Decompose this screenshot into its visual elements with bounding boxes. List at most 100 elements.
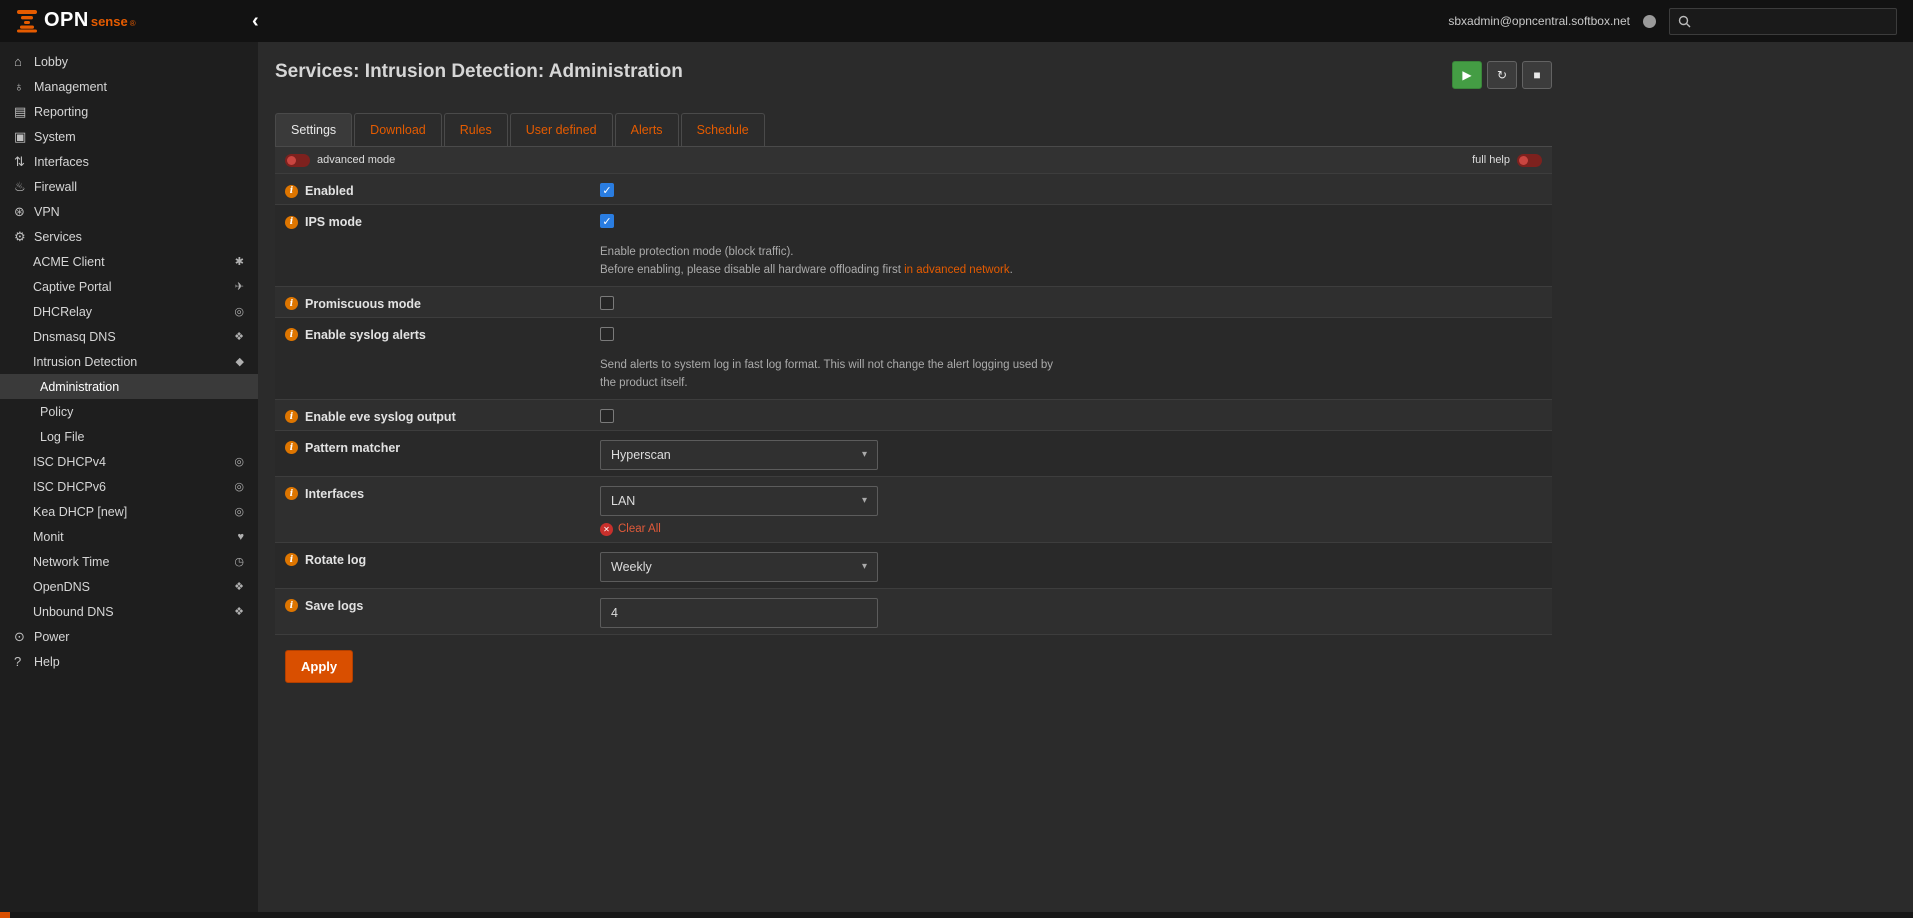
- info-icon[interactable]: [285, 297, 298, 310]
- sidebar-item-policy[interactable]: Policy: [0, 399, 258, 424]
- sidebar-item-label: VPN: [34, 205, 60, 219]
- sidebar-item-reporting[interactable]: ▤ Reporting: [0, 99, 258, 124]
- info-icon[interactable]: [285, 553, 298, 566]
- search-icon: [1678, 15, 1691, 28]
- field-label: Save logs: [305, 599, 363, 613]
- chevron-down-icon: ▾: [862, 561, 867, 572]
- sidebar-item-services[interactable]: ⚙ Services: [0, 224, 258, 249]
- sidebar-item-firewall[interactable]: ♨ Firewall: [0, 174, 258, 199]
- field-label: Enabled: [305, 184, 354, 198]
- sidebar-item-system[interactable]: ▣ System: [0, 124, 258, 149]
- form-row-ips-mode: IPS mode Enable protection mode (block t…: [275, 205, 1552, 287]
- info-icon[interactable]: [285, 185, 298, 198]
- apply-button[interactable]: Apply: [285, 650, 353, 683]
- info-icon[interactable]: [285, 216, 298, 229]
- help-text: Enable protection mode (block traffic). …: [600, 243, 1013, 280]
- tab-settings[interactable]: Settings: [275, 113, 352, 146]
- form-row-promiscuous-mode: Promiscuous mode: [275, 287, 1552, 318]
- enabled-checkbox[interactable]: [600, 183, 614, 197]
- service-stop-button[interactable]: ■: [1522, 61, 1552, 89]
- tab-rules[interactable]: Rules: [444, 113, 508, 146]
- interfaces-icon: ⇅: [14, 154, 34, 170]
- tags-icon: ❖: [234, 605, 244, 618]
- full-help-toggle[interactable]: [1517, 154, 1542, 167]
- broadcast-icon: ◎: [234, 505, 244, 518]
- sidebar-item-intrusion-detection[interactable]: Intrusion Detection ◆: [0, 349, 258, 374]
- main-content: Services: Intrusion Detection: Administr…: [258, 42, 1913, 918]
- sidebar-item-management[interactable]: ♁ Management: [0, 74, 258, 99]
- sidebar-item-dnsmasq-dns[interactable]: Dnsmasq DNS ❖: [0, 324, 258, 349]
- field-label: Enable syslog alerts: [305, 328, 426, 342]
- sidebar-item-label: System: [34, 130, 76, 144]
- broadcast-icon: ◎: [234, 455, 244, 468]
- interfaces-select[interactable]: LAN ▾: [600, 486, 878, 516]
- tab-user-defined[interactable]: User defined: [510, 113, 613, 146]
- clear-all-button[interactable]: Clear All: [600, 523, 878, 536]
- sidebar: ⌂ Lobby ♁ Management ▤ Reporting ▣ Syste…: [0, 42, 258, 918]
- sidebar-item-dhcrelay[interactable]: DHCRelay ◎: [0, 299, 258, 324]
- logo-registered-mark: ®: [130, 19, 136, 28]
- sidebar-item-label: Management: [34, 80, 107, 94]
- sidebar-item-network-time[interactable]: Network Time ◷: [0, 549, 258, 574]
- info-icon[interactable]: [285, 328, 298, 341]
- sidebar-item-label: Kea DHCP [new]: [33, 505, 127, 519]
- global-search[interactable]: [1669, 8, 1897, 35]
- sidebar-item-power[interactable]: ⊙ Power: [0, 624, 258, 649]
- sidebar-item-administration[interactable]: Administration: [0, 374, 258, 399]
- search-input[interactable]: [1698, 14, 1888, 28]
- form-row-interfaces: Interfaces LAN ▾ Clear All: [275, 477, 1552, 543]
- sidebar-item-opendns[interactable]: OpenDNS ❖: [0, 574, 258, 599]
- tab-schedule[interactable]: Schedule: [681, 113, 765, 146]
- sidebar-item-kea-dhcp[interactable]: Kea DHCP [new] ◎: [0, 499, 258, 524]
- rotate-log-select[interactable]: Weekly ▾: [600, 552, 878, 582]
- form-row-save-logs: Save logs: [275, 589, 1552, 635]
- sidebar-item-label: Policy: [40, 405, 73, 419]
- service-start-button[interactable]: ▶: [1452, 61, 1482, 89]
- ips-mode-checkbox[interactable]: [600, 214, 614, 228]
- sidebar-collapse-icon[interactable]: ‹: [252, 11, 259, 31]
- stop-icon: ■: [1533, 68, 1540, 82]
- tags-icon: ❖: [234, 330, 244, 343]
- advanced-mode-toggle[interactable]: [285, 154, 310, 167]
- chart-icon: ▤: [14, 104, 34, 120]
- info-icon[interactable]: [285, 410, 298, 423]
- sidebar-item-label: Network Time: [33, 555, 109, 569]
- field-label: Rotate log: [305, 553, 366, 567]
- sidebar-item-vpn[interactable]: ⊛ VPN: [0, 199, 258, 224]
- advanced-network-link[interactable]: in advanced network: [904, 264, 1009, 276]
- tab-alerts[interactable]: Alerts: [615, 113, 679, 146]
- horizontal-scrollbar-track[interactable]: [0, 912, 1913, 918]
- sidebar-item-captive-portal[interactable]: Captive Portal ✈: [0, 274, 258, 299]
- sidebar-item-log-file[interactable]: Log File: [0, 424, 258, 449]
- sidebar-item-label: Dnsmasq DNS: [33, 330, 116, 344]
- broadcast-icon: ◎: [234, 305, 244, 318]
- sidebar-item-interfaces[interactable]: ⇅ Interfaces: [0, 149, 258, 174]
- syslog-alerts-checkbox[interactable]: [600, 327, 614, 341]
- settings-form: Enabled IPS mode Enable protection mo: [275, 174, 1552, 635]
- logged-in-user[interactable]: sbxadmin@opncentral.softbox.net: [1448, 14, 1630, 28]
- sidebar-item-unbound-dns[interactable]: Unbound DNS ❖: [0, 599, 258, 624]
- pattern-matcher-select[interactable]: Hyperscan ▾: [600, 440, 878, 470]
- opnsense-logo[interactable]: OPNsense®: [16, 9, 242, 33]
- field-label: Promiscuous mode: [305, 297, 421, 311]
- service-restart-button[interactable]: ↻: [1487, 61, 1517, 89]
- sidebar-item-acme-client[interactable]: ACME Client ✱: [0, 249, 258, 274]
- page-title: Services: Intrusion Detection: Administr…: [275, 61, 683, 83]
- sidebar-item-label: Lobby: [34, 55, 68, 69]
- sidebar-item-label: DHCRelay: [33, 305, 92, 319]
- advanced-mode-label: advanced mode: [317, 154, 395, 166]
- info-icon[interactable]: [285, 441, 298, 454]
- sidebar-item-help[interactable]: ? Help: [0, 649, 258, 674]
- globe-icon: ♁: [14, 79, 34, 94]
- sidebar-item-isc-dhcpv6[interactable]: ISC DHCPv6 ◎: [0, 474, 258, 499]
- info-icon[interactable]: [285, 599, 298, 612]
- sidebar-item-isc-dhcpv4[interactable]: ISC DHCPv4 ◎: [0, 449, 258, 474]
- tab-download[interactable]: Download: [354, 113, 442, 146]
- eve-syslog-output-checkbox[interactable]: [600, 409, 614, 423]
- info-icon[interactable]: [285, 487, 298, 500]
- horizontal-scrollbar-thumb[interactable]: [0, 912, 10, 918]
- save-logs-input[interactable]: [600, 598, 878, 628]
- sidebar-item-monit[interactable]: Monit ♥: [0, 524, 258, 549]
- sidebar-item-lobby[interactable]: ⌂ Lobby: [0, 49, 258, 74]
- promiscuous-mode-checkbox[interactable]: [600, 296, 614, 310]
